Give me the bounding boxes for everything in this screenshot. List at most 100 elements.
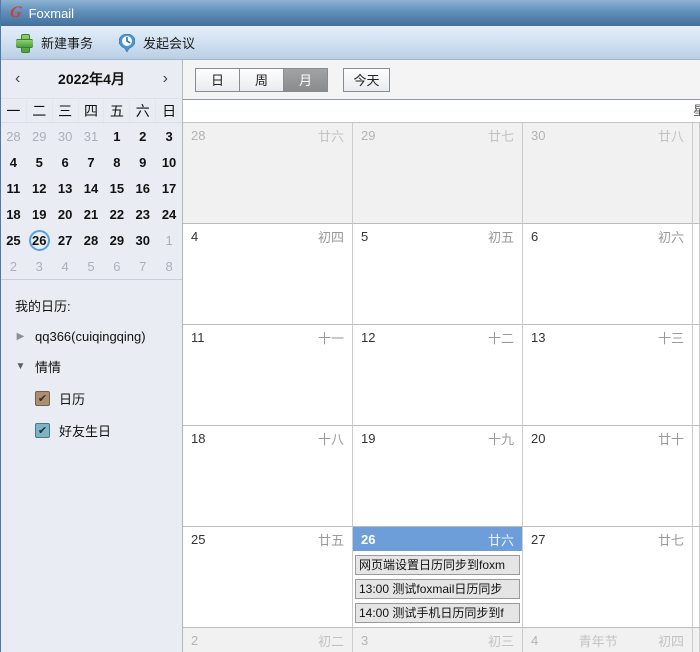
day-cell-2[interactable]: 2初二 bbox=[183, 628, 353, 652]
mini-day-18[interactable]: 18 bbox=[1, 201, 27, 227]
sidebar-item-group[interactable]: ▼ 情情 bbox=[15, 357, 168, 376]
calendar-checkbox[interactable]: ✔ bbox=[35, 391, 50, 406]
date-number: 27 bbox=[531, 532, 545, 547]
mini-day-30[interactable]: 30 bbox=[130, 227, 156, 253]
day-cell-31[interactable]: 31 bbox=[693, 123, 700, 224]
lunar-label: 廿五 bbox=[318, 530, 344, 549]
mini-day-30[interactable]: 30 bbox=[53, 123, 79, 149]
mini-day-4[interactable]: 4 bbox=[53, 253, 79, 279]
mini-day-12[interactable]: 12 bbox=[27, 175, 53, 201]
day-cell-5[interactable]: 5 bbox=[693, 628, 700, 652]
lunar-label: 十九 bbox=[488, 429, 514, 448]
mini-day-24[interactable]: 24 bbox=[156, 201, 182, 227]
mini-day-19[interactable]: 19 bbox=[27, 201, 53, 227]
mini-day-23[interactable]: 23 bbox=[130, 201, 156, 227]
mini-day-14[interactable]: 14 bbox=[79, 175, 105, 201]
mini-day-1[interactable]: 1 bbox=[156, 227, 182, 253]
mini-day-6[interactable]: 6 bbox=[104, 253, 130, 279]
mini-day-21[interactable]: 21 bbox=[79, 201, 105, 227]
mini-day-25[interactable]: 25 bbox=[1, 227, 27, 253]
day-cell-27[interactable]: 27廿七 bbox=[523, 527, 693, 628]
mini-day-28[interactable]: 28 bbox=[1, 123, 27, 149]
day-cell-25[interactable]: 25廿五 bbox=[183, 527, 353, 628]
date-number: 4 bbox=[191, 229, 198, 244]
lunar-label: 廿六 bbox=[318, 126, 344, 145]
day-cell-12[interactable]: 12十二 bbox=[353, 325, 523, 426]
account-label: qq366(cuiqingqing) bbox=[35, 329, 146, 344]
day-cell-28[interactable]: 28 bbox=[693, 527, 700, 628]
date-number: 29 bbox=[361, 128, 375, 143]
mini-day-8[interactable]: 8 bbox=[104, 149, 130, 175]
mini-day-31[interactable]: 31 bbox=[79, 123, 105, 149]
mini-day-6[interactable]: 6 bbox=[53, 149, 79, 175]
mini-day-10[interactable]: 10 bbox=[156, 149, 182, 175]
month-view-button[interactable]: 月 bbox=[283, 68, 328, 92]
mini-day-2[interactable]: 2 bbox=[130, 123, 156, 149]
sidebar-item-account[interactable]: ▶ qq366(cuiqingqing) bbox=[15, 329, 168, 344]
mini-day-5[interactable]: 5 bbox=[79, 253, 105, 279]
day-cell-4[interactable]: 4青年节初四 bbox=[523, 628, 693, 652]
day-cell-19[interactable]: 19十九 bbox=[353, 426, 523, 527]
mini-day-7[interactable]: 7 bbox=[130, 253, 156, 279]
day-cell-dateline: 3初三 bbox=[353, 628, 522, 652]
sidebar-item-birthday[interactable]: ✔ 好友生日 bbox=[15, 421, 168, 440]
chevron-right-icon[interactable]: ▶ bbox=[15, 331, 26, 342]
prev-month-button[interactable]: ‹ bbox=[15, 71, 20, 87]
mini-day-20[interactable]: 20 bbox=[53, 201, 79, 227]
mini-day-7[interactable]: 7 bbox=[79, 149, 105, 175]
day-cell-30[interactable]: 30廿八 bbox=[523, 123, 693, 224]
day-cell-14[interactable]: 14 bbox=[693, 325, 700, 426]
mini-day-29[interactable]: 29 bbox=[104, 227, 130, 253]
chevron-down-icon[interactable]: ▼ bbox=[15, 361, 26, 372]
day-cell-5[interactable]: 5初五 bbox=[353, 224, 523, 325]
birthday-checkbox[interactable]: ✔ bbox=[35, 423, 50, 438]
day-cell-4[interactable]: 4初四 bbox=[183, 224, 353, 325]
start-meeting-button[interactable]: 发起会议 bbox=[119, 33, 195, 52]
day-cell-11[interactable]: 11十一 bbox=[183, 325, 353, 426]
event-chip[interactable]: 网页端设置日历同步到foxm bbox=[355, 555, 520, 575]
day-cell-29[interactable]: 29 廿七 bbox=[353, 123, 523, 224]
mini-day-8[interactable]: 8 bbox=[156, 253, 182, 279]
day-cell-7[interactable]: 7 bbox=[693, 224, 700, 325]
mini-day-16[interactable]: 16 bbox=[130, 175, 156, 201]
lunar-label: 廿七 bbox=[488, 126, 514, 145]
today-button[interactable]: 今天 bbox=[343, 68, 390, 92]
mini-day-26[interactable]: 26 bbox=[27, 227, 53, 253]
sidebar-item-calendar[interactable]: ✔ 日历 bbox=[15, 389, 168, 408]
mini-day-4[interactable]: 4 bbox=[1, 149, 27, 175]
day-cell-28[interactable]: 28廿六 bbox=[183, 123, 353, 224]
mini-day-11[interactable]: 11 bbox=[1, 175, 27, 201]
day-cell-20[interactable]: 20廿十 bbox=[523, 426, 693, 527]
mini-day-28[interactable]: 28 bbox=[79, 227, 105, 253]
mini-day-3[interactable]: 3 bbox=[156, 123, 182, 149]
week-view-button[interactable]: 周 bbox=[239, 68, 284, 92]
day-cell-13[interactable]: 13十三 bbox=[523, 325, 693, 426]
event-chip[interactable]: 14:00 测试手机日历同步到f bbox=[355, 603, 520, 623]
day-cell-6[interactable]: 6初六 bbox=[523, 224, 693, 325]
day-cell-dateline: 30廿八 bbox=[523, 123, 692, 147]
day-cell-26[interactable]: 26廿六网页端设置日历同步到foxm 13:00 测试foxmail日历同步 14:… bbox=[353, 527, 523, 628]
next-month-button[interactable]: › bbox=[163, 71, 168, 87]
mini-day-29[interactable]: 29 bbox=[27, 123, 53, 149]
mini-day-27[interactable]: 27 bbox=[53, 227, 79, 253]
mini-day-9[interactable]: 9 bbox=[130, 149, 156, 175]
event-chip[interactable]: 13:00 测试foxmail日历同步 bbox=[355, 579, 520, 599]
day-cell-dateline: 26廿六 bbox=[353, 527, 522, 551]
day-cell-dateline: 28廿六 bbox=[183, 123, 352, 147]
mini-day-22[interactable]: 22 bbox=[104, 201, 130, 227]
mini-weekday-row: 一二三四五六日 bbox=[1, 98, 182, 123]
day-cell-21[interactable]: 21 bbox=[693, 426, 700, 527]
mini-day-2[interactable]: 2 bbox=[1, 253, 27, 279]
mini-day-15[interactable]: 15 bbox=[104, 175, 130, 201]
mini-day-5[interactable]: 5 bbox=[27, 149, 53, 175]
mini-day-13[interactable]: 13 bbox=[53, 175, 79, 201]
mini-day-3[interactable]: 3 bbox=[27, 253, 53, 279]
new-task-button[interactable]: 新建事务 bbox=[16, 33, 93, 52]
mini-weekday-label: 五 bbox=[104, 99, 130, 122]
day-cell-18[interactable]: 18十八 bbox=[183, 426, 353, 527]
mini-day-1[interactable]: 1 bbox=[104, 123, 130, 149]
mini-day-17[interactable]: 17 bbox=[156, 175, 182, 201]
day-view-button[interactable]: 日 bbox=[195, 68, 240, 92]
day-cell-3[interactable]: 3初三 bbox=[353, 628, 523, 652]
day-cell-dateline: 31 bbox=[693, 123, 700, 147]
